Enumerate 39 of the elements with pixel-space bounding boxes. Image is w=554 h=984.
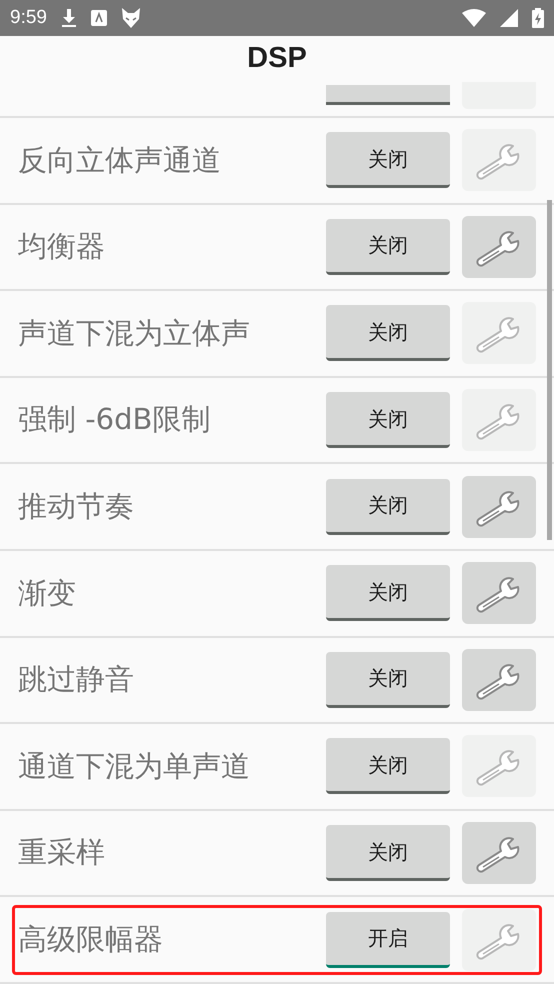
toggle-button[interactable] — [326, 85, 450, 105]
toggle-button[interactable]: 关闭 — [326, 738, 450, 794]
effect-label: 渐变 — [18, 574, 77, 612]
effect-label: 声道下混为立体声 — [18, 314, 251, 352]
settings-button[interactable] — [462, 648, 536, 711]
settings-button[interactable] — [462, 476, 536, 538]
toggle-button[interactable]: 关闭 — [326, 132, 450, 188]
effect-label: 推动节奏 — [18, 488, 135, 525]
toggle-button[interactable]: 开启 — [326, 912, 450, 968]
effect-label: 跳过静音 — [18, 661, 135, 698]
settings-button[interactable] — [462, 302, 536, 364]
screen-title: DSP — [247, 41, 307, 76]
toggle-button[interactable]: 关闭 — [326, 218, 450, 275]
settings-button[interactable] — [462, 216, 536, 278]
battery-icon — [532, 8, 544, 28]
toggle-button[interactable]: 关闭 — [326, 478, 450, 535]
settings-button[interactable] — [462, 908, 536, 971]
signal-icon — [500, 9, 518, 27]
toggle-button[interactable]: 关闭 — [326, 565, 450, 622]
settings-button[interactable] — [462, 822, 536, 884]
effect-label: 通道下混为单声道 — [18, 748, 251, 785]
download-icon — [60, 8, 77, 28]
effect-label: 反向立体声通道 — [18, 142, 222, 179]
settings-button[interactable] — [462, 129, 536, 192]
effect-label: 均衡器 — [18, 228, 106, 266]
effect-label: 重采样 — [18, 834, 106, 872]
keyboard-icon — [90, 10, 107, 26]
settings-button[interactable] — [462, 735, 536, 798]
wifi-icon — [462, 9, 486, 27]
toggle-button[interactable]: 关闭 — [326, 392, 450, 448]
settings-button[interactable] — [462, 562, 536, 624]
fox-icon — [120, 7, 141, 29]
effect-label: 强制 -6dB限制 — [18, 401, 212, 438]
toggle-button[interactable]: 关闭 — [326, 652, 450, 708]
toggle-button[interactable]: 关闭 — [326, 305, 450, 362]
effect-label: 高级限幅器 — [18, 920, 164, 958]
settings-button[interactable] — [462, 389, 536, 452]
toggle-button[interactable]: 关闭 — [326, 825, 450, 882]
clock: 9:59 — [10, 6, 47, 30]
